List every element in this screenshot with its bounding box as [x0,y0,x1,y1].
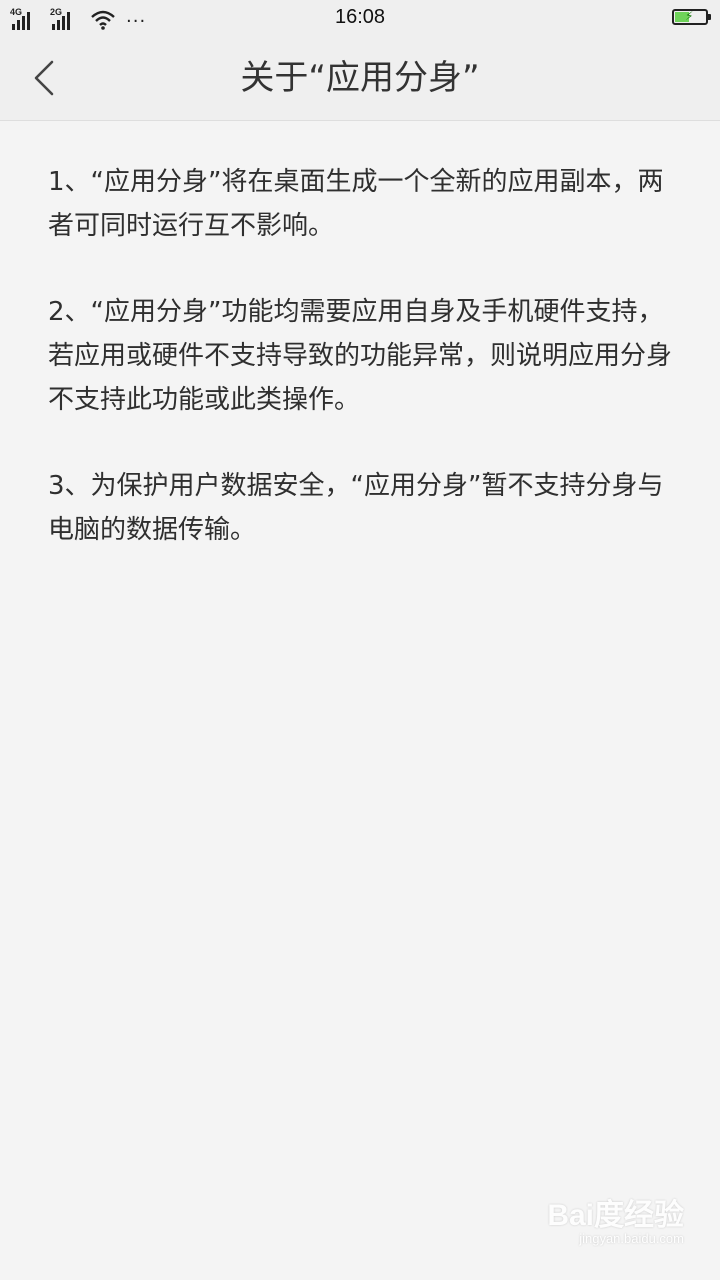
battery-icon: ⚡ [672,9,711,25]
info-paragraph-3: 3、为保护用户数据安全，“应用分身”暂不支持分身与电脑的数据传输。 [48,471,664,545]
info-paragraph-2: 2、“应用分身”功能均需要应用自身及手机硬件支持，若应用或硬件不支持导致的功能异… [48,297,673,415]
status-time: 16:08 [334,6,386,28]
chevron-left-icon[interactable] [24,56,68,100]
page-title: 关于“应用分身” [240,58,480,98]
watermark-url: jingyan.baidu.com [579,1231,684,1246]
status-bar: 4G 2G ··· 16:08 ⚡ [0,0,720,36]
info-paragraph-1: 1、“应用分身”将在桌面生成一个全新的应用副本，两者可同时运行互不影响。 [48,167,664,241]
page-header: 关于“应用分身” [0,36,720,121]
charging-bolt-icon: ⚡ [685,9,694,23]
watermark-logo-text: Bai度经验 [547,1199,684,1232]
baidu-jingyan-watermark: Bai度经验 jingyan.baidu.com [547,1200,684,1246]
about-content: 1、“应用分身”将在桌面生成一个全新的应用副本，两者可同时运行互不影响。 2、“… [48,160,678,594]
